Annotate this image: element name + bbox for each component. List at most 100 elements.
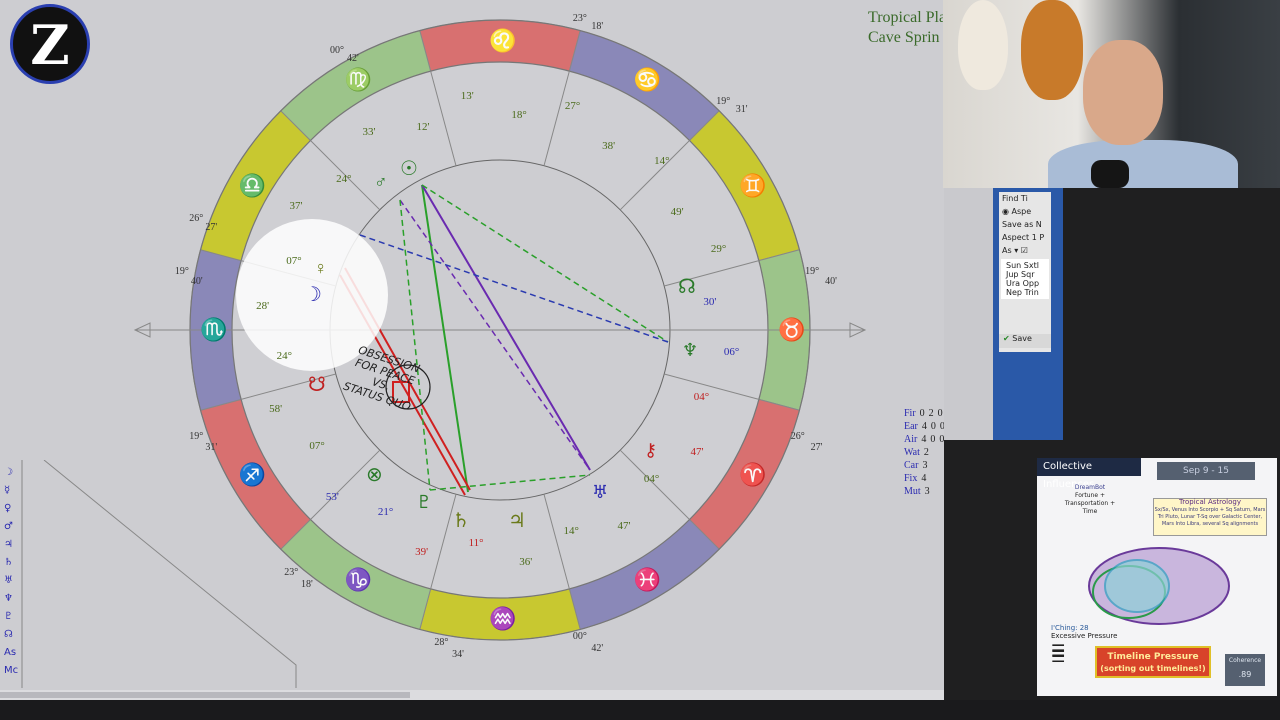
presenter-body xyxy=(1048,140,1238,188)
planet-degree-label: 13' xyxy=(460,89,474,102)
planet-degree-label: 33' xyxy=(362,125,376,138)
planet-degree-label: 14° xyxy=(654,154,670,167)
zodiac-sign-icon: ♍ xyxy=(344,66,372,92)
aspect-list[interactable]: Sun Sxtl Jup Sqr Ura Opp Nep Trin xyxy=(1001,259,1049,299)
find-times-button[interactable]: Find Ti xyxy=(999,192,1051,205)
north-node-icon[interactable]: ☊ xyxy=(678,274,696,299)
element-table-value: 2 xyxy=(923,447,929,458)
venus-icon[interactable]: ♀ xyxy=(314,258,328,279)
planet-degree-label: 04° xyxy=(693,391,710,404)
pluto-icon[interactable]: ♇ xyxy=(416,492,432,513)
aspect-list-item[interactable]: Ura Opp xyxy=(1004,279,1046,288)
chart-location-line: Cave Sprin xyxy=(868,29,940,46)
save-as-button[interactable]: Save as N xyxy=(999,218,1051,231)
element-table-row: Air 4 0 0 xyxy=(904,434,944,447)
zodiac-sign-icon: ♉ xyxy=(778,317,806,342)
element-table-label: Air xyxy=(904,434,918,445)
aspect-radio-label: Aspe xyxy=(1011,207,1032,216)
cusp-degree-label: 31' xyxy=(205,442,218,454)
fortune-icon[interactable]: ⊗ xyxy=(366,462,383,487)
timeline-pressure-badge: Timeline Pressure (sorting out timelines… xyxy=(1095,646,1211,678)
chiron-icon[interactable]: ⚷ xyxy=(644,440,657,461)
planet-degree-label: 11° xyxy=(468,536,484,549)
zodiac-sign-icon: ♑ xyxy=(344,567,372,593)
element-table-value: 3 xyxy=(924,486,930,497)
planet-degree-label: 12' xyxy=(416,120,430,133)
dark-background xyxy=(1063,188,1280,442)
coherence-value: .89 xyxy=(1238,670,1252,679)
channel-logo: Z xyxy=(10,4,90,84)
chevron-down-icon: ▾ xyxy=(1014,246,1019,255)
checkbox-icon[interactable]: ☑ xyxy=(1021,246,1028,255)
aspect-grid-row-label: ♆ xyxy=(4,593,13,604)
guitar-image xyxy=(1021,0,1083,100)
element-table-value: 0 xyxy=(930,421,936,432)
aspect-radio[interactable]: ◉ Aspe xyxy=(999,205,1051,218)
element-table-value: 0 xyxy=(919,408,925,419)
zodiac-sign-icon: ♓ xyxy=(633,567,661,593)
element-table-row: Fir 0 2 0 xyxy=(904,408,944,421)
cusp-degree-label: 23° xyxy=(572,12,587,24)
planet-degree-label: 24° xyxy=(276,349,293,362)
sun-icon[interactable]: ☉ xyxy=(400,156,418,181)
cusp-degree-label: 40' xyxy=(825,276,837,288)
element-table-row: Ear 4 0 0 xyxy=(904,421,944,434)
element-table-label: Wat xyxy=(904,447,920,458)
dreambot-line: Transportation + xyxy=(1064,500,1116,507)
cusp-degree-label: 28° xyxy=(434,637,449,649)
aspect-grid-row-label: ♅ xyxy=(4,575,13,586)
cusp-degree-label: 00° xyxy=(572,631,587,643)
neptune-icon[interactable]: ♆ xyxy=(682,340,698,361)
planet-degree-label: 30' xyxy=(703,296,717,309)
zodiac-sign-icon: ♋ xyxy=(633,66,661,92)
zodiac-sign-icon: ♏ xyxy=(200,317,228,342)
planet-degree-label: 47' xyxy=(690,445,704,458)
aspect-grid-row-label: Mc xyxy=(4,665,19,676)
cusp-degree-label: 27' xyxy=(205,221,218,233)
iching-label: I'Ching: 28 xyxy=(1051,624,1089,632)
cusp-degree-label: 26° xyxy=(189,212,204,224)
mars-icon[interactable]: ♂ xyxy=(374,172,388,193)
moon-icon[interactable]: ☽ xyxy=(304,282,322,307)
zodiac-sign-icon: ♒ xyxy=(489,606,517,631)
cusp-degree-label: 27' xyxy=(810,442,823,454)
element-table-value: 4 xyxy=(921,421,927,432)
aspect-select[interactable]: As ▾ ☑ xyxy=(999,244,1051,257)
planet-degree-label: 24° xyxy=(336,172,352,185)
webcam-feed xyxy=(943,0,1280,188)
tropical-title: Tropical Astrology xyxy=(1179,498,1241,506)
aspect-grid-row-label: ♃ xyxy=(4,539,13,550)
cusp-degree-label: 19° xyxy=(189,431,204,443)
collective-influences-card: Collective Influences Sep 9 - 15 DreamBo… xyxy=(1037,458,1277,696)
element-table-value: 3 xyxy=(922,460,928,471)
aspect-list-item[interactable]: Sun Sxtl xyxy=(1004,261,1046,270)
element-table-value: 0 xyxy=(930,434,936,445)
uranus-icon[interactable]: ♅ xyxy=(592,482,608,503)
planet-degree-label: 06° xyxy=(723,346,740,359)
dreambot-label: DreamBot xyxy=(1074,484,1106,491)
planet-degree-label: 14° xyxy=(563,525,579,538)
aspect-list-item[interactable]: Jup Sqr xyxy=(1004,270,1046,279)
element-table-row: Car 3 xyxy=(904,460,944,473)
chart-canvas: ♌ ♋ ♊ ♉ ♈ ♓ ♒ ♑ ♐ ♏ ♎ ♍ 23° 18' 19° 31' 19° 40' 26° 27' 00°… xyxy=(0,0,944,700)
timeline-subtitle: (sorting out timelines!) xyxy=(1100,664,1206,673)
zodiac-sign-icon: ♊ xyxy=(739,172,767,198)
aspect-list-item[interactable]: Nep Trin xyxy=(1004,288,1046,297)
aspect-label: Aspect 1 P xyxy=(1002,233,1045,242)
element-table-label: Ear xyxy=(904,421,918,432)
cusp-degree-label: 18' xyxy=(591,20,604,32)
aspect-grid-row-label: ☿ xyxy=(4,485,11,496)
horizontal-scrollbar-thumb[interactable] xyxy=(0,692,410,698)
coherence-badge: Coherence .89 xyxy=(1225,654,1265,686)
cusp-degree-label: 42' xyxy=(591,643,604,655)
save-button-label: Save xyxy=(1012,334,1032,343)
planet-degree-label: 39' xyxy=(415,545,429,558)
element-table-value: 0 xyxy=(939,421,944,432)
cusp-degree-label: 18' xyxy=(301,578,313,590)
jupiter-icon[interactable]: ♃ xyxy=(508,508,526,533)
aspect-grid-row-label: ♇ xyxy=(4,611,13,622)
saturn-icon[interactable]: ♄ xyxy=(452,508,470,533)
checkmark-icon: ✔ xyxy=(1003,334,1013,343)
element-table-label: Mut xyxy=(904,486,921,497)
save-button[interactable]: ✔ Save xyxy=(999,334,1051,348)
